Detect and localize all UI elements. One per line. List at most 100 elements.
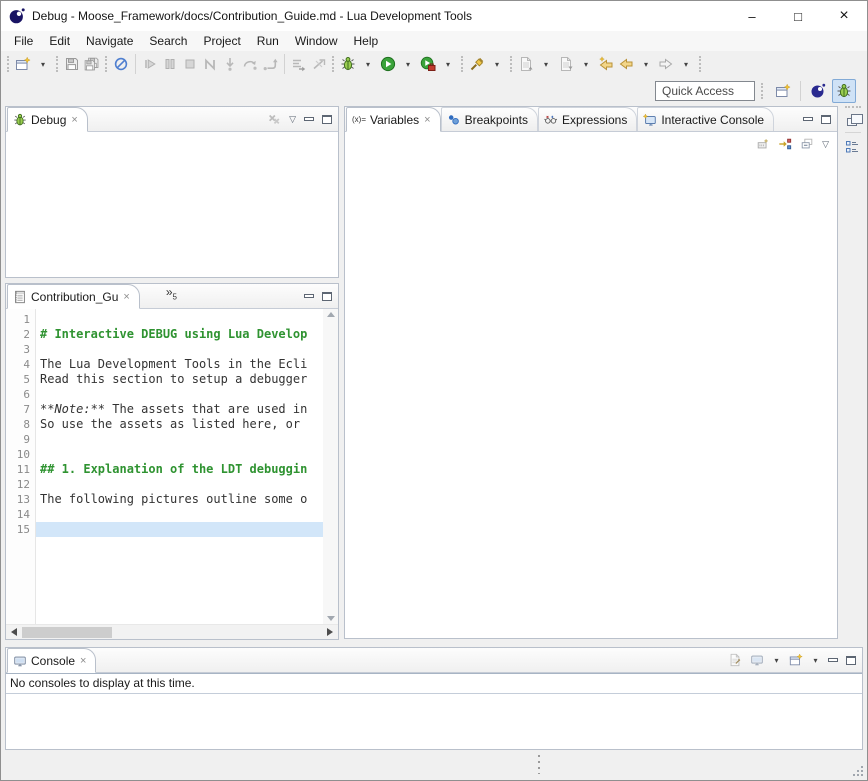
code-line[interactable]: **Note:** The assets that are used in [36, 402, 323, 417]
maximize-view-button[interactable] [846, 656, 856, 665]
step-over-button[interactable] [240, 53, 260, 75]
hidden-editors-chevron[interactable]: »5 [166, 285, 177, 301]
terminate-button[interactable] [180, 53, 200, 75]
menu-project[interactable]: Project [195, 31, 248, 51]
maximize-view-button[interactable] [821, 115, 831, 124]
code-line[interactable] [36, 387, 323, 402]
tab-contribution-guide[interactable]: Contribution_Gu × [7, 284, 140, 309]
show-type-names-icon[interactable] [756, 137, 770, 151]
debug-dropdown[interactable]: ▾ [358, 53, 378, 75]
scroll-right-icon[interactable] [327, 628, 333, 636]
menu-search[interactable]: Search [141, 31, 195, 51]
back-dropdown[interactable]: ▾ [636, 53, 656, 75]
code-line[interactable]: The Lua Development Tools in the Ecli [36, 357, 323, 372]
tab-expressions[interactable]: Expressions [538, 107, 637, 131]
debug-view-body[interactable] [6, 132, 338, 277]
quick-access-input[interactable] [655, 81, 755, 101]
menu-help[interactable]: Help [346, 31, 387, 51]
toolbar-drag-handle[interactable] [7, 56, 10, 72]
toolbar-drag-handle[interactable] [761, 83, 764, 99]
step-return-button[interactable] [260, 53, 280, 75]
previous-annotation-button[interactable] [556, 53, 576, 75]
window-close-button[interactable]: × [821, 1, 867, 31]
pin-console-icon[interactable] [728, 653, 742, 667]
search-dropdown[interactable]: ▾ [487, 53, 507, 75]
open-perspective-button[interactable] [771, 79, 795, 103]
menu-navigate[interactable]: Navigate [78, 31, 141, 51]
new-wizard-dropdown[interactable]: ▾ [33, 53, 53, 75]
show-logical-structures-icon[interactable] [778, 137, 792, 151]
toolbar-drag-handle[interactable] [461, 56, 464, 72]
next-annotation-dropdown[interactable]: ▾ [536, 53, 556, 75]
editor-vertical-scrollbar[interactable] [323, 309, 338, 624]
tab-interactive-console[interactable]: Interactive Console [637, 107, 774, 131]
console-body[interactable]: No consoles to display at this time. [6, 673, 862, 749]
tab-debug[interactable]: Debug × [7, 107, 88, 132]
restore-view-icon[interactable] [847, 118, 857, 126]
horizontal-scroll-thumb[interactable] [22, 627, 112, 638]
new-wizard-button[interactable] [13, 53, 33, 75]
tab-breakpoints[interactable]: Breakpoints [441, 107, 538, 131]
window-minimize-button[interactable]: – [729, 1, 775, 31]
display-selected-console-icon[interactable] [750, 653, 764, 667]
toolbar-drag-handle[interactable] [105, 56, 108, 72]
status-bar-drag-handle[interactable] [538, 755, 540, 774]
external-tools-dropdown[interactable]: ▾ [438, 53, 458, 75]
scroll-down-icon[interactable] [327, 616, 335, 621]
back-button[interactable] [616, 53, 636, 75]
save-button[interactable] [62, 53, 82, 75]
forward-button[interactable] [656, 53, 676, 75]
toolbar-drag-handle[interactable] [332, 56, 335, 72]
skip-all-breakpoints-button[interactable] [111, 53, 131, 75]
scroll-left-icon[interactable] [11, 628, 17, 636]
close-icon[interactable]: × [123, 291, 129, 303]
run-dropdown[interactable]: ▾ [398, 53, 418, 75]
lua-perspective-button[interactable] [806, 79, 830, 103]
minimize-view-button[interactable] [803, 117, 813, 121]
close-icon[interactable]: × [80, 655, 86, 667]
forward-dropdown[interactable]: ▾ [676, 53, 696, 75]
remove-all-terminated-icon[interactable] [267, 112, 281, 126]
external-tools-button[interactable] [418, 53, 438, 75]
code-line[interactable] [36, 522, 323, 537]
debug-button[interactable] [338, 53, 358, 75]
view-menu-icon[interactable]: ▽ [289, 115, 296, 124]
next-annotation-button[interactable] [516, 53, 536, 75]
code-line[interactable] [36, 312, 323, 327]
toolbar-drag-handle[interactable] [699, 56, 702, 72]
step-filters-button[interactable] [309, 53, 329, 75]
variables-view-body[interactable] [345, 156, 837, 638]
previous-annotation-dropdown[interactable]: ▾ [576, 53, 596, 75]
code-line[interactable] [36, 447, 323, 462]
code-line[interactable]: So use the assets as listed here, or [36, 417, 323, 432]
code-line[interactable] [36, 477, 323, 492]
debug-perspective-button[interactable] [832, 79, 856, 103]
code-line[interactable] [36, 432, 323, 447]
scroll-up-icon[interactable] [327, 312, 335, 317]
disconnect-button[interactable] [200, 53, 220, 75]
window-maximize-button[interactable]: □ [775, 1, 821, 31]
menu-file[interactable]: File [6, 31, 41, 51]
menu-window[interactable]: Window [287, 31, 346, 51]
window-resize-grip[interactable] [851, 764, 863, 776]
run-button[interactable] [378, 53, 398, 75]
code-line[interactable]: Read this section to setup a debugger [36, 372, 323, 387]
minimize-view-button[interactable] [828, 658, 838, 662]
code-line[interactable] [36, 507, 323, 522]
last-edit-location-button[interactable] [596, 53, 616, 75]
use-step-filters-button[interactable] [289, 53, 309, 75]
tab-variables[interactable]: (x)= Variables × [346, 107, 441, 132]
code-line[interactable]: # Interactive DEBUG using Lua Develop [36, 327, 323, 342]
minimize-view-button[interactable] [304, 294, 314, 298]
menu-edit[interactable]: Edit [41, 31, 78, 51]
close-icon[interactable]: × [424, 114, 430, 126]
toolbar-drag-handle[interactable] [56, 56, 59, 72]
tab-console[interactable]: Console × [7, 648, 96, 673]
collapse-all-icon[interactable] [800, 137, 814, 151]
search-button[interactable] [467, 53, 487, 75]
open-console-icon[interactable] [789, 653, 803, 667]
chevron-down-icon[interactable]: ▾ [811, 656, 820, 665]
menu-run[interactable]: Run [249, 31, 287, 51]
resume-button[interactable] [140, 53, 160, 75]
step-into-button[interactable] [220, 53, 240, 75]
